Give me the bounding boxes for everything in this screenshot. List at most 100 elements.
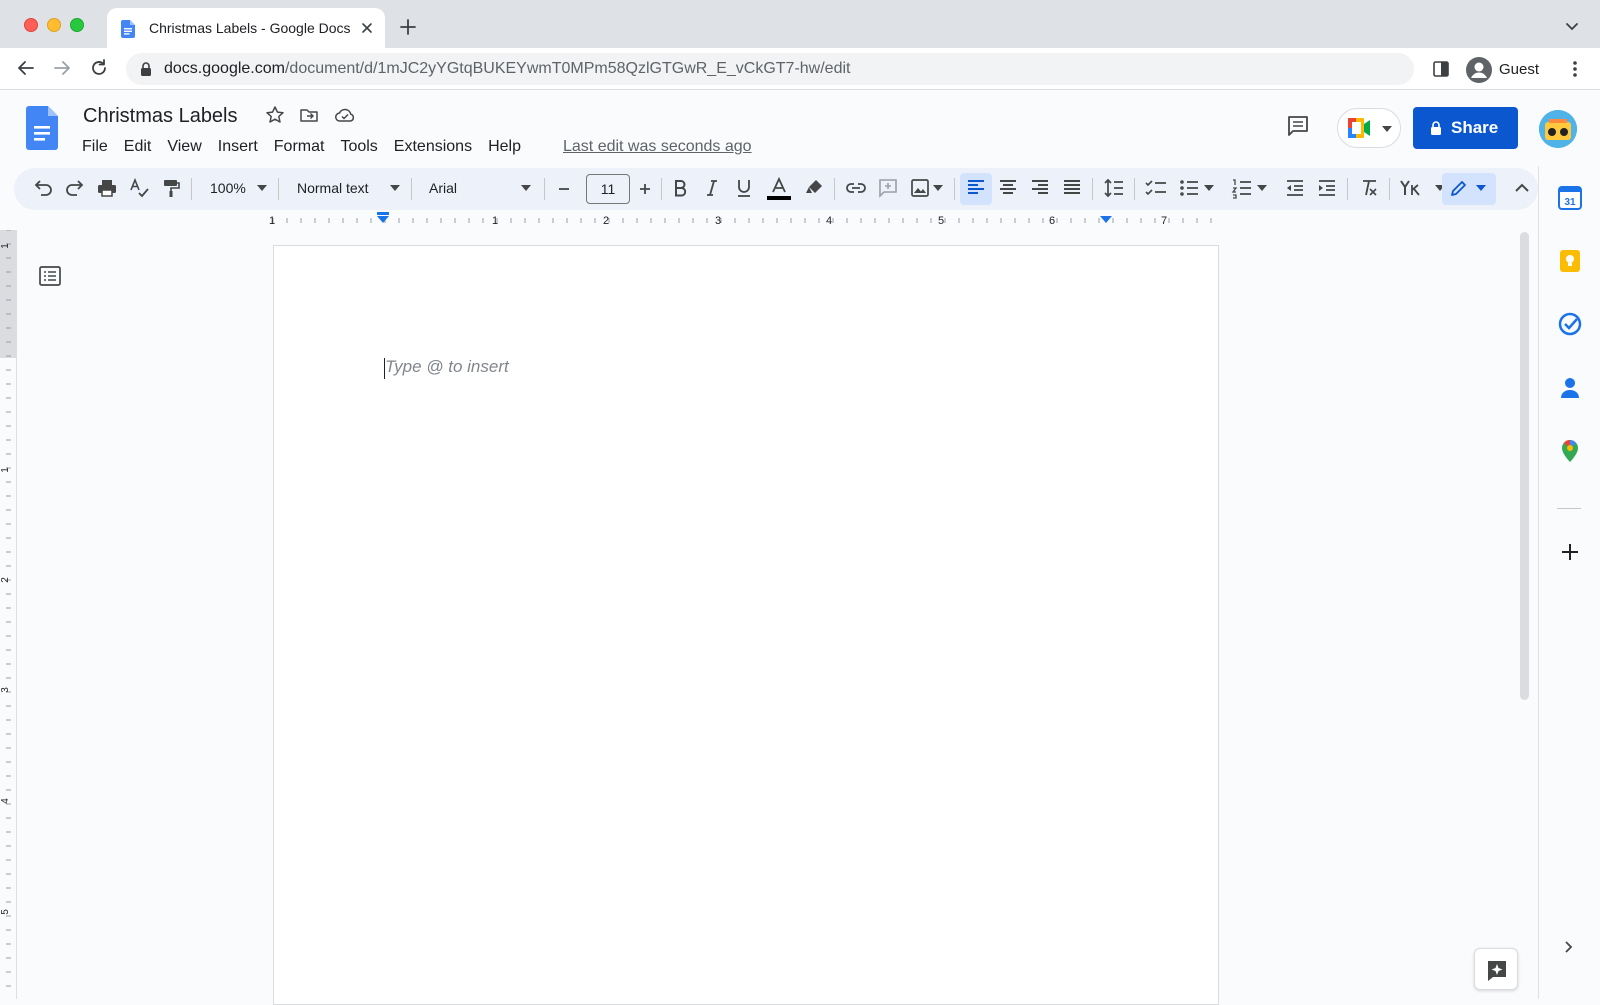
increase-indent-icon[interactable]	[1316, 177, 1338, 199]
zoom-select[interactable]: 100%	[210, 180, 246, 196]
document-outline-icon[interactable]	[38, 264, 62, 288]
menu-tools[interactable]: Tools	[332, 135, 385, 159]
browser-tab-active[interactable]: Christmas Labels - Google Docs	[107, 8, 385, 48]
new-tab-icon[interactable]	[399, 18, 417, 36]
decrease-indent-icon[interactable]	[1284, 177, 1306, 199]
insert-image-icon[interactable]	[909, 177, 931, 199]
checklist-icon[interactable]	[1144, 177, 1168, 199]
insert-link-icon[interactable]	[845, 177, 867, 199]
text-color-icon[interactable]	[766, 177, 792, 201]
ruler-label: 5	[938, 215, 944, 227]
add-addon-plus-icon[interactable]	[1559, 541, 1581, 563]
numbered-list-icon[interactable]	[1231, 177, 1253, 199]
increase-font-size-icon[interactable]	[635, 179, 655, 199]
menu-format[interactable]: Format	[266, 135, 333, 159]
vertical-ruler[interactable]: 1 1 2 3 4 5	[0, 230, 17, 999]
side-panel-icon[interactable]	[1432, 60, 1450, 78]
undo-icon[interactable]	[32, 177, 54, 199]
browser-address-bar: docs.google.com/document/d/1mJC2yYGtqBUK…	[0, 48, 1600, 90]
line-spacing-icon[interactable]	[1103, 177, 1125, 199]
editing-mode-pencil-icon[interactable]	[1448, 177, 1470, 199]
omnibox[interactable]: docs.google.com/document/d/1mJC2yYGtqBUK…	[126, 53, 1414, 85]
highlight-color-icon[interactable]	[803, 177, 825, 199]
bold-icon[interactable]	[669, 177, 691, 199]
menu-edit[interactable]: Edit	[116, 135, 160, 159]
underline-icon[interactable]	[733, 177, 755, 199]
docs-logo-icon[interactable]	[26, 106, 58, 150]
first-line-indent-marker[interactable]	[377, 212, 389, 215]
menu-bar: File Edit View Insert Format Tools Exten…	[74, 135, 529, 159]
close-tab-icon[interactable]	[359, 20, 375, 36]
close-window-button[interactable]	[24, 18, 38, 32]
menu-insert[interactable]: Insert	[210, 135, 266, 159]
bulleted-list-dropdown-icon[interactable]	[1204, 185, 1214, 191]
spellcheck-icon[interactable]	[128, 177, 150, 199]
input-tools-icon[interactable]	[1399, 177, 1423, 199]
zoom-dropdown-icon[interactable]	[257, 185, 267, 191]
google-maps-icon[interactable]	[1558, 439, 1582, 463]
tab-title: Christmas Labels - Google Docs	[149, 20, 351, 36]
menu-help[interactable]: Help	[480, 135, 529, 159]
cloud-saved-icon[interactable]	[334, 105, 356, 125]
account-avatar[interactable]	[1539, 110, 1577, 148]
editing-mode-dropdown-icon[interactable]	[1476, 185, 1486, 191]
paragraph-style-select[interactable]: Normal text	[297, 180, 369, 196]
bulleted-list-icon[interactable]	[1178, 177, 1200, 199]
toolbar-divider	[278, 178, 279, 200]
decrease-font-size-icon[interactable]	[554, 179, 574, 199]
align-right-icon[interactable]	[1029, 177, 1051, 199]
tab-search-chevron-icon[interactable]	[1565, 22, 1579, 32]
reload-icon[interactable]	[89, 58, 109, 78]
forward-arrow-icon[interactable]	[52, 58, 72, 78]
menu-extensions[interactable]: Extensions	[386, 135, 480, 159]
maximize-window-button[interactable]	[70, 18, 84, 32]
google-keep-icon[interactable]	[1558, 249, 1582, 273]
last-edit-link[interactable]: Last edit was seconds ago	[563, 135, 752, 159]
doc-title[interactable]: Christmas Labels	[83, 105, 238, 128]
align-left-icon[interactable]	[965, 177, 987, 199]
docs-header: Christmas Labels File Edit View Insert F…	[0, 90, 1600, 166]
url-text[interactable]: docs.google.com/document/d/1mJC2yYGtqBUK…	[164, 60, 850, 78]
google-calendar-icon[interactable]: 31	[1558, 186, 1582, 210]
toolbar-divider	[661, 178, 662, 200]
meet-icon	[1348, 118, 1376, 138]
star-icon[interactable]	[265, 105, 285, 125]
font-select[interactable]: Arial	[429, 180, 457, 196]
hide-menus-chevron-up-icon[interactable]	[1513, 179, 1531, 197]
back-arrow-icon[interactable]	[16, 58, 36, 78]
google-tasks-icon[interactable]	[1558, 312, 1582, 336]
paint-format-icon[interactable]	[160, 177, 182, 199]
vertical-scrollbar[interactable]	[1520, 232, 1529, 700]
share-button[interactable]: Share	[1413, 107, 1518, 149]
image-dropdown-icon[interactable]	[933, 185, 943, 191]
numbered-list-dropdown-icon[interactable]	[1257, 185, 1267, 191]
browser-menu-icon[interactable]	[1572, 60, 1578, 78]
google-contacts-icon[interactable]	[1558, 376, 1582, 400]
font-dropdown-icon[interactable]	[521, 185, 531, 191]
browser-tab-bar: Christmas Labels - Google Docs	[0, 0, 1600, 48]
profile-button[interactable]: Guest	[1462, 53, 1576, 85]
justify-icon[interactable]	[1061, 177, 1083, 199]
print-icon[interactable]	[96, 177, 118, 199]
ruler-label: 3	[715, 215, 721, 227]
lock-icon[interactable]	[140, 62, 152, 76]
profile-label: Guest	[1499, 61, 1540, 78]
move-to-folder-icon[interactable]	[299, 105, 319, 125]
align-center-icon[interactable]	[997, 177, 1019, 199]
clear-formatting-icon[interactable]	[1358, 177, 1380, 199]
explore-button[interactable]	[1474, 948, 1518, 990]
italic-icon[interactable]	[701, 177, 723, 199]
expand-panel-chevron-icon[interactable]	[1562, 940, 1576, 954]
style-dropdown-icon[interactable]	[390, 185, 400, 191]
menu-file[interactable]: File	[74, 135, 116, 159]
ruler-label: 5	[0, 909, 11, 915]
add-comment-icon[interactable]	[877, 177, 899, 199]
meet-button[interactable]	[1337, 108, 1401, 148]
menu-view[interactable]: View	[159, 135, 209, 159]
comment-history-icon[interactable]	[1286, 114, 1310, 138]
horizontal-ruler[interactable]: 1 1 2 3 4 5 6 7	[0, 212, 1538, 228]
minimize-window-button[interactable]	[47, 18, 61, 32]
type-at-placeholder[interactable]: Type @ to insert	[385, 357, 509, 377]
redo-icon[interactable]	[64, 177, 86, 199]
font-size-input[interactable]: 11	[586, 174, 630, 204]
